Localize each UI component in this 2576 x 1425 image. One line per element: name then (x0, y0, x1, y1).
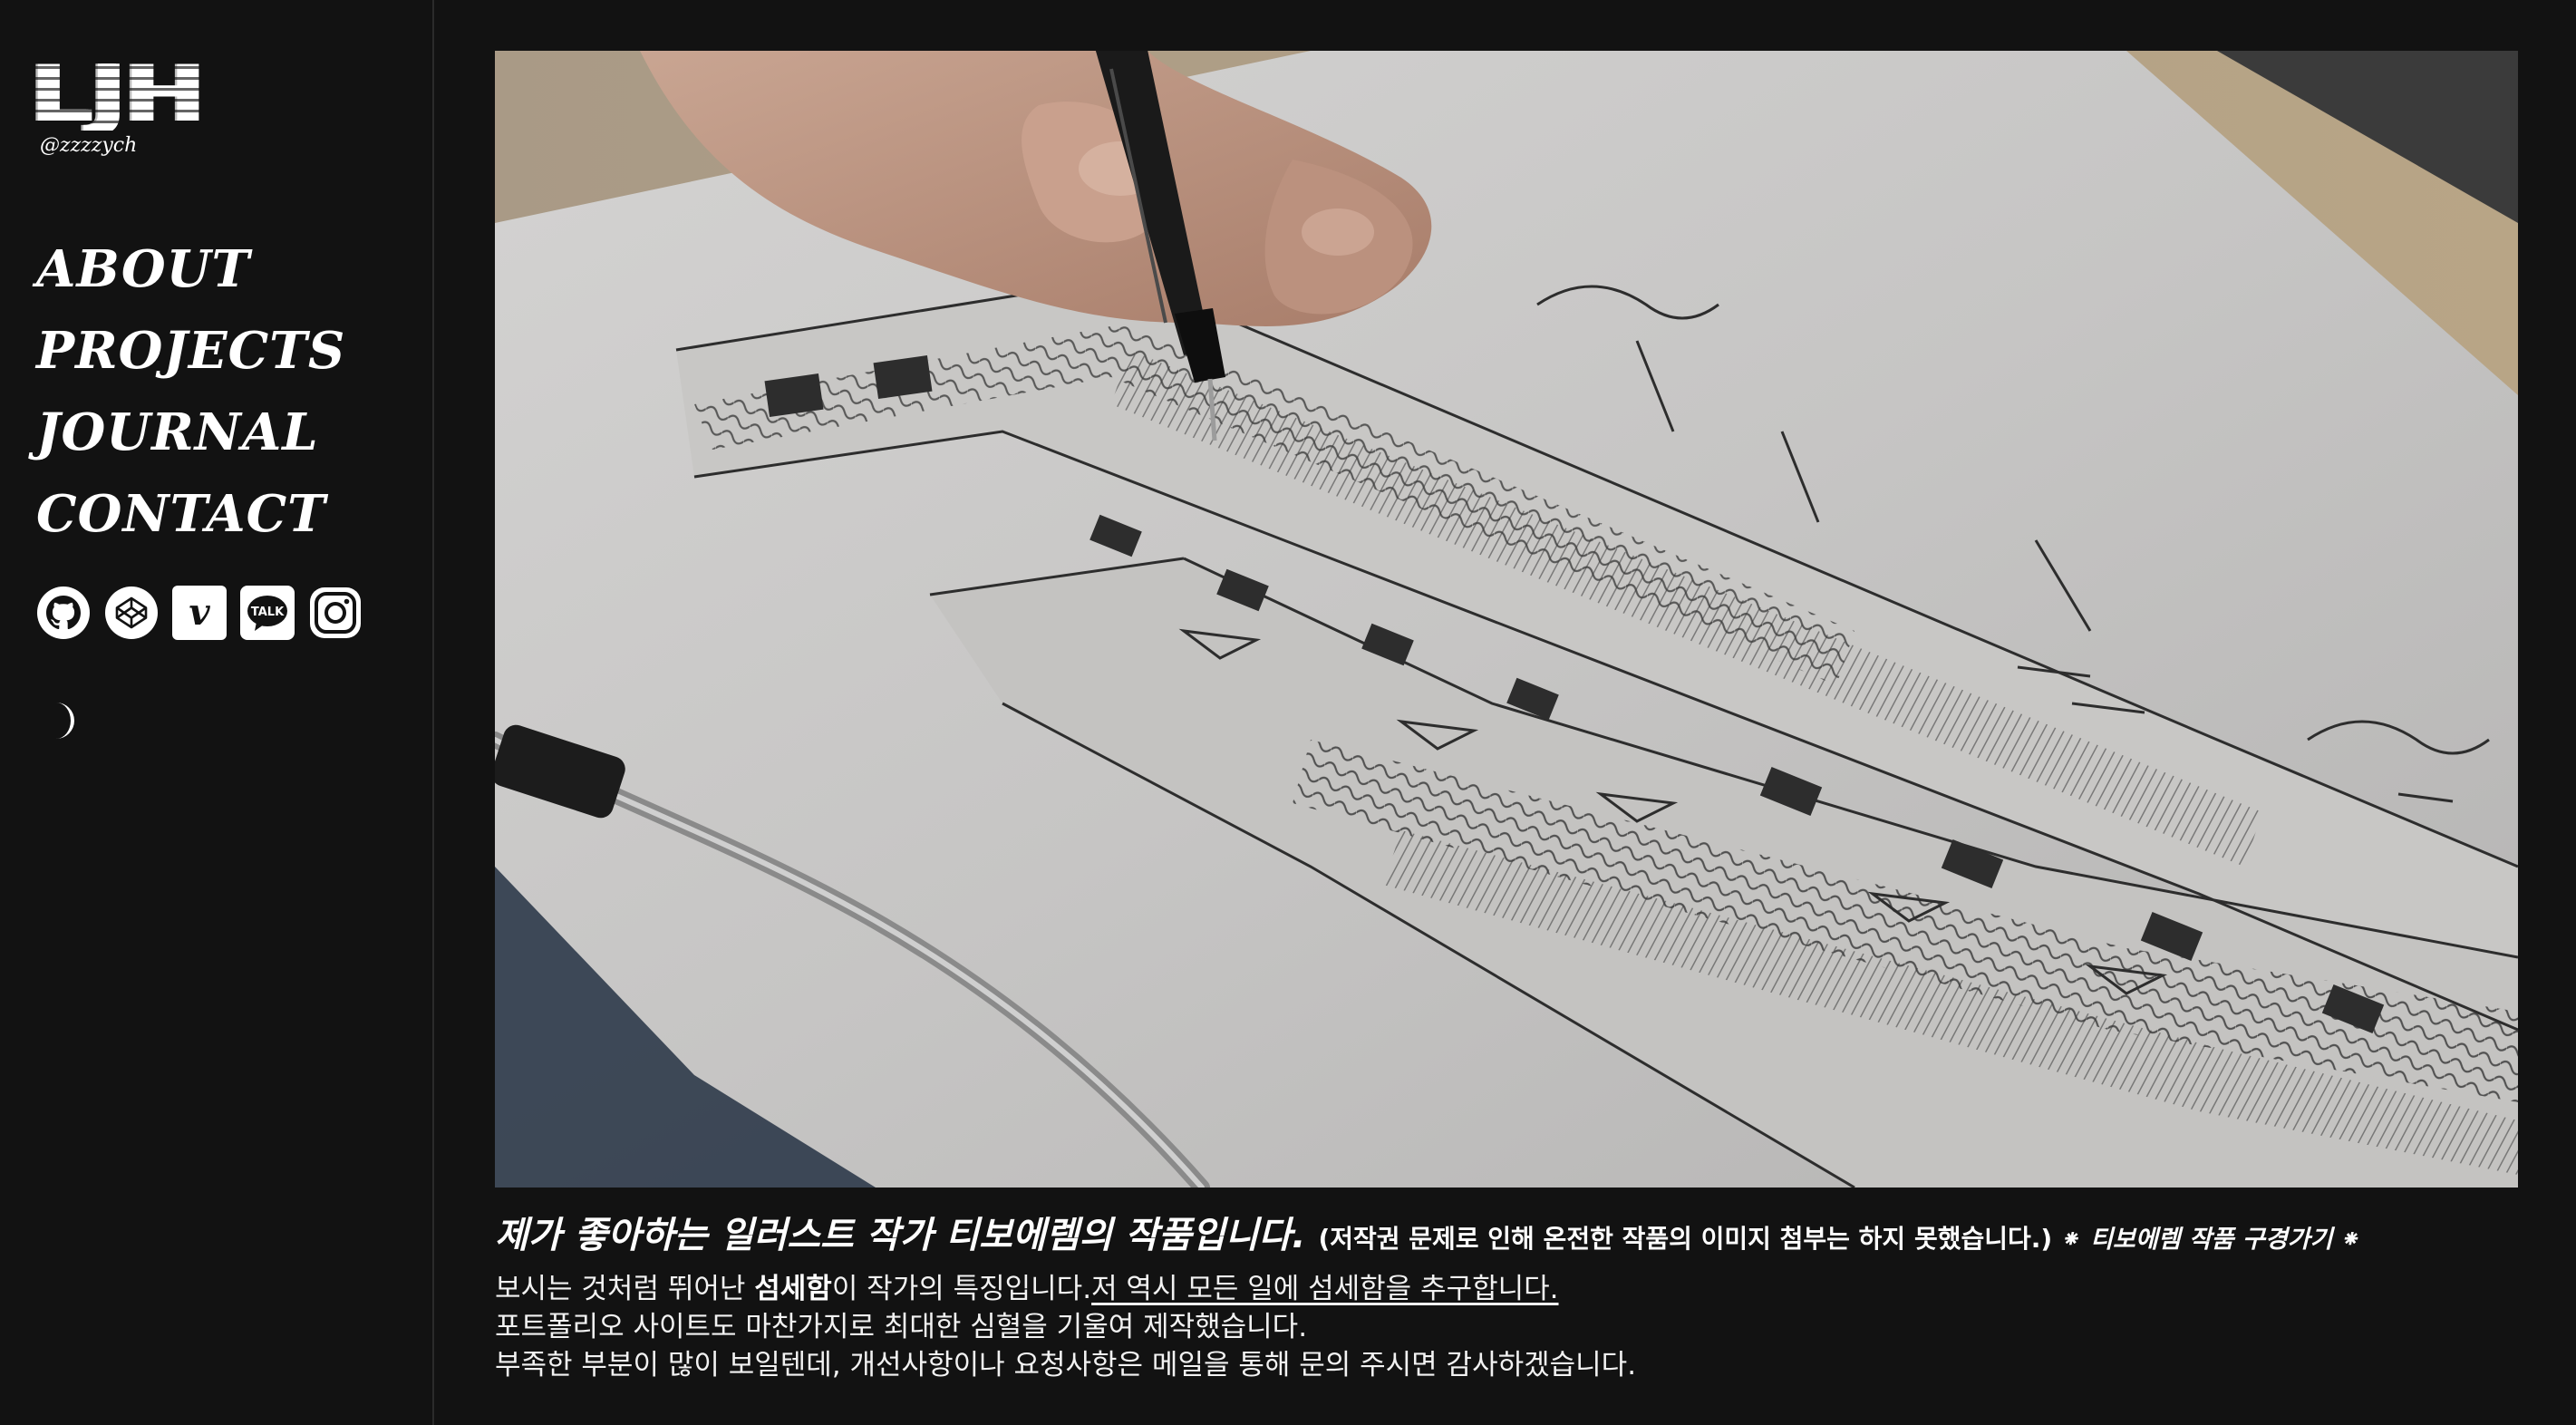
logo-text: LJH (29, 49, 204, 140)
nav-item-about[interactable]: ABOUT (36, 228, 345, 310)
kakaotalk-icon[interactable]: TALK (240, 586, 295, 640)
caption-line-1-mid: 이 작가의 특징입니다. (831, 1273, 1092, 1305)
kakao-glyph: TALK (251, 606, 285, 619)
nav-item-contact[interactable]: CONTACT (36, 473, 345, 555)
social-links: v TALK (36, 586, 363, 640)
copyright-note: (저작권 문제로 인해 온전한 작품의 이미지 첨부는 하지 못했습니다.) (1318, 1224, 2053, 1254)
github-icon[interactable] (36, 586, 91, 640)
vimeo-glyph: v (189, 591, 210, 634)
artist-gallery-link[interactable]: ⁕ 티보에렘 작품 구경가기 ⁕ (2061, 1226, 2361, 1254)
instagram-icon[interactable] (308, 586, 363, 640)
page: LJH @zzzzych ABOUT PROJECTS JOURNAL CONT… (0, 0, 2576, 1425)
moon-icon (56, 703, 74, 739)
hero-image (495, 51, 2518, 1188)
caption-line-1-text: 보시는 것처럼 뛰어난 (495, 1273, 755, 1305)
caption-underlined-text: 저 역시 모든 일에 섬세함을 추구합니다. (1091, 1273, 1559, 1305)
main-nav: ABOUT PROJECTS JOURNAL CONTACT (36, 228, 345, 555)
logo[interactable]: LJH (29, 49, 228, 140)
theme-toggle-button[interactable] (44, 698, 83, 743)
vimeo-icon[interactable]: v (172, 586, 227, 640)
caption-body: 보시는 것처럼 뛰어난 섬세함이 작가의 특징입니다.저 역시 모든 일에 섬세… (495, 1270, 2525, 1384)
caption-title-row: 제가 좋아하는 일러스트 작가 티보에렘의 작품입니다. (저작권 문제로 인해 … (495, 1211, 2525, 1265)
caption-emphasis: 섬세함 (754, 1273, 832, 1305)
sidebar: LJH @zzzzych ABOUT PROJECTS JOURNAL CONT… (0, 0, 434, 1425)
codepen-icon[interactable] (104, 586, 159, 640)
nav-item-projects[interactable]: PROJECTS (36, 310, 345, 392)
caption: 제가 좋아하는 일러스트 작가 티보에렘의 작품입니다. (저작권 문제로 인해 … (495, 1211, 2525, 1384)
caption-line-3: 부족한 부분이 많이 보일텐데, 개선사항이나 요청사항은 메일을 통해 문의 … (495, 1349, 1637, 1381)
nav-item-journal[interactable]: JOURNAL (36, 392, 345, 473)
author-handle: @zzzzych (40, 134, 138, 157)
caption-line-2: 포트폴리오 사이트도 마찬가지로 최대한 심혈을 기울여 제작했습니다. (495, 1311, 1308, 1343)
caption-title: 제가 좋아하는 일러스트 작가 티보에렘의 작품입니다. (495, 1215, 1306, 1256)
caption-line-1: 보시는 것처럼 뛰어난 섬세함이 작가의 특징입니다.저 역시 모든 일에 섬세… (495, 1270, 2525, 1308)
